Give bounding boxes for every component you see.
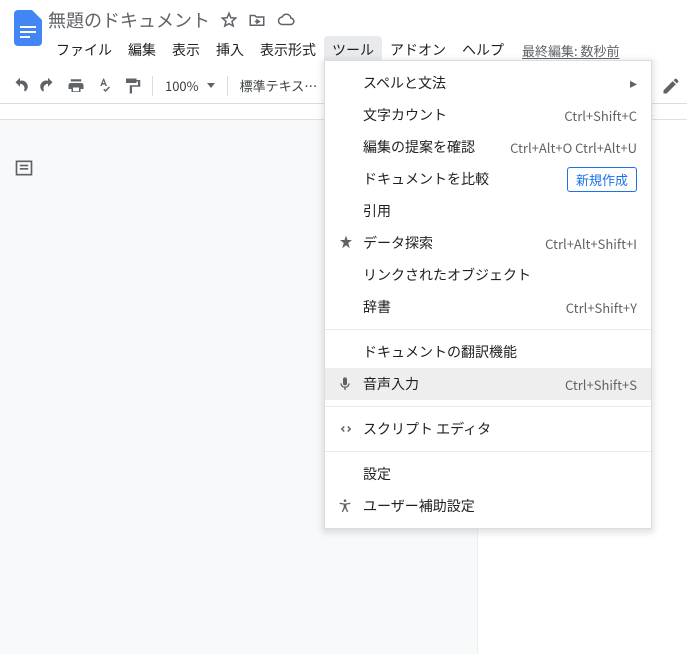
print-button[interactable]: [62, 72, 90, 100]
menu-item[interactable]: リンクされたオブジェクト: [325, 259, 651, 291]
submenu-arrow-icon: ▸: [630, 73, 637, 93]
move-icon[interactable]: [248, 11, 266, 29]
menu-item-label: 引用: [363, 201, 637, 221]
menu-item-4[interactable]: 表示形式: [252, 36, 324, 64]
menu-item[interactable]: スペルと文法▸: [325, 67, 651, 99]
menu-item-0[interactable]: ファイル: [48, 36, 120, 64]
paint-format-button[interactable]: [118, 72, 146, 100]
menu-separator: [325, 329, 651, 330]
mic-icon: [337, 375, 363, 393]
menu-shortcut: Ctrl+Shift+Y: [566, 298, 637, 317]
menu-item[interactable]: スクリプト エディタ: [325, 413, 651, 445]
menu-item-label: ドキュメントの翻訳機能: [363, 342, 637, 362]
menu-item-label: 編集の提案を確認: [363, 137, 510, 157]
menu-item-2[interactable]: 表示: [164, 36, 208, 64]
menu-item-label: スペルと文法: [363, 73, 630, 93]
zoom-value: 100%: [165, 76, 199, 95]
menu-item[interactable]: 音声入力Ctrl+Shift+S: [325, 368, 651, 400]
menu-item-label: ドキュメントを比較: [363, 169, 567, 189]
accessibility-icon: [337, 497, 363, 515]
menu-shortcut: Ctrl+Alt+O Ctrl+Alt+U: [510, 138, 637, 157]
menu-item[interactable]: ドキュメントの翻訳機能: [325, 336, 651, 368]
menu-item[interactable]: 編集の提案を確認Ctrl+Alt+O Ctrl+Alt+U: [325, 131, 651, 163]
menu-item-label: リンクされたオブジェクト: [363, 265, 637, 285]
menu-separator: [325, 406, 651, 407]
menu-item[interactable]: 文字カウントCtrl+Shift+C: [325, 99, 651, 131]
menu-shortcut: Ctrl+Alt+Shift+I: [545, 234, 637, 253]
menu-item-label: データ探索: [363, 233, 545, 253]
last-edit-link[interactable]: 最終編集: 数秒前: [522, 41, 620, 60]
document-title[interactable]: 無題のドキュメント: [48, 7, 210, 33]
menu-item-label: 設定: [363, 464, 637, 484]
menu-item[interactable]: 辞書Ctrl+Shift+Y: [325, 291, 651, 323]
zoom-picker[interactable]: 100%: [159, 76, 221, 95]
tools-menu-dropdown: スペルと文法▸文字カウントCtrl+Shift+C編集の提案を確認Ctrl+Al…: [324, 60, 652, 529]
menu-shortcut: Ctrl+Shift+S: [565, 375, 637, 394]
menu-shortcut: Ctrl+Shift+C: [564, 106, 637, 125]
cloud-status-icon[interactable]: [276, 11, 296, 29]
edit-mode-button[interactable]: [661, 76, 681, 96]
outline-toggle-button[interactable]: [12, 156, 36, 180]
menu-item[interactable]: 設定: [325, 458, 651, 490]
menu-item-3[interactable]: 挿入: [208, 36, 252, 64]
style-picker[interactable]: 標準テキス…: [234, 76, 324, 95]
menu-item-1[interactable]: 編集: [120, 36, 164, 64]
menu-separator: [325, 451, 651, 452]
toolbar-separator: [152, 76, 153, 96]
menu-item[interactable]: ユーザー補助設定: [325, 490, 651, 522]
menu-item[interactable]: ドキュメントを比較新規作成: [325, 163, 651, 195]
spellcheck-button[interactable]: [90, 72, 118, 100]
star-icon[interactable]: [220, 11, 238, 29]
docs-logo[interactable]: [8, 8, 48, 48]
menu-item-label: スクリプト エディタ: [363, 419, 637, 439]
menu-item-label: ユーザー補助設定: [363, 496, 637, 516]
menu-item[interactable]: 引用: [325, 195, 651, 227]
toolbar-separator: [227, 76, 228, 96]
explore-icon: [337, 234, 363, 252]
menu-item-label: 辞書: [363, 297, 566, 317]
redo-button[interactable]: [34, 72, 62, 100]
menu-item-label: 文字カウント: [363, 105, 564, 125]
menu-item-label: 音声入力: [363, 374, 565, 394]
code-icon: [337, 420, 363, 438]
undo-button[interactable]: [6, 72, 34, 100]
new-badge[interactable]: 新規作成: [567, 167, 637, 192]
menu-item[interactable]: データ探索Ctrl+Alt+Shift+I: [325, 227, 651, 259]
